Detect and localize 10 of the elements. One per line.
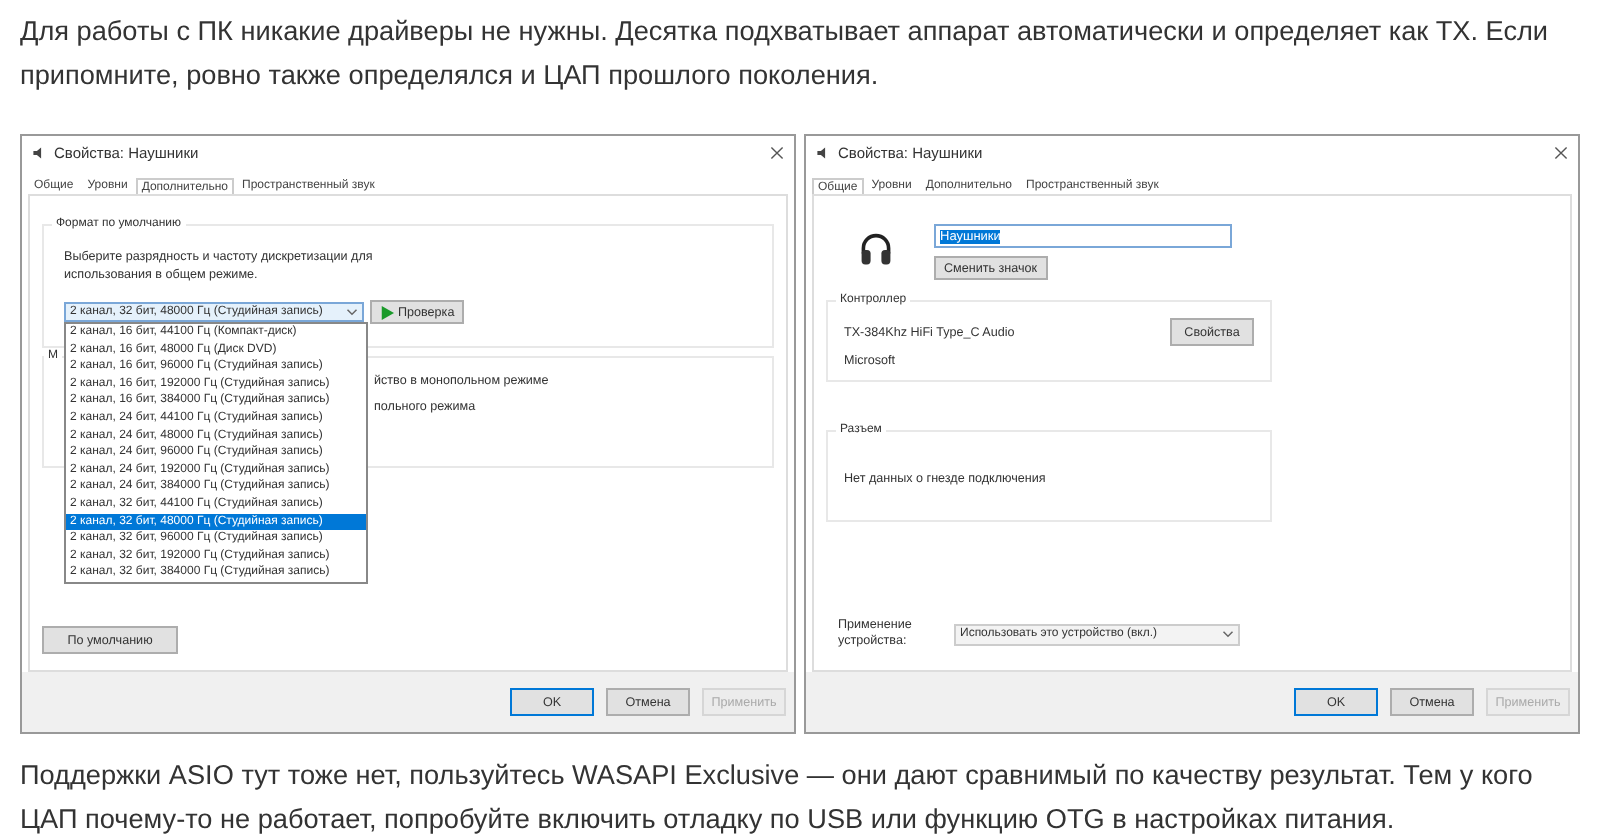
speaker-icon: [32, 146, 46, 160]
headphones-icon: [858, 232, 894, 268]
close-icon[interactable]: [1554, 146, 1568, 160]
chevron-down-icon: [1222, 630, 1234, 638]
close-icon[interactable]: [770, 146, 784, 160]
intro-paragraph: Для работы с ПК никакие драйверы не нужны. Десятка подхватывает аппарат автоматически и определяет как TX. Если припомните, ровно также определялся и ЦАП прошлого поколения.: [20, 14, 1551, 94]
chevron-down-icon: [346, 308, 358, 316]
speaker-icon: [816, 146, 830, 160]
outro-paragraph: Поддержки ASIO тут тоже нет, пользуйтесь WASAPI Exclusive — они дают сравнимый по качеству результат. Тем у кого ЦАП почему-то не работает, попробуйте включить отладку по USB или функцию OTG в настройках питания.: [20, 758, 1535, 838]
play-icon: [380, 305, 394, 319]
